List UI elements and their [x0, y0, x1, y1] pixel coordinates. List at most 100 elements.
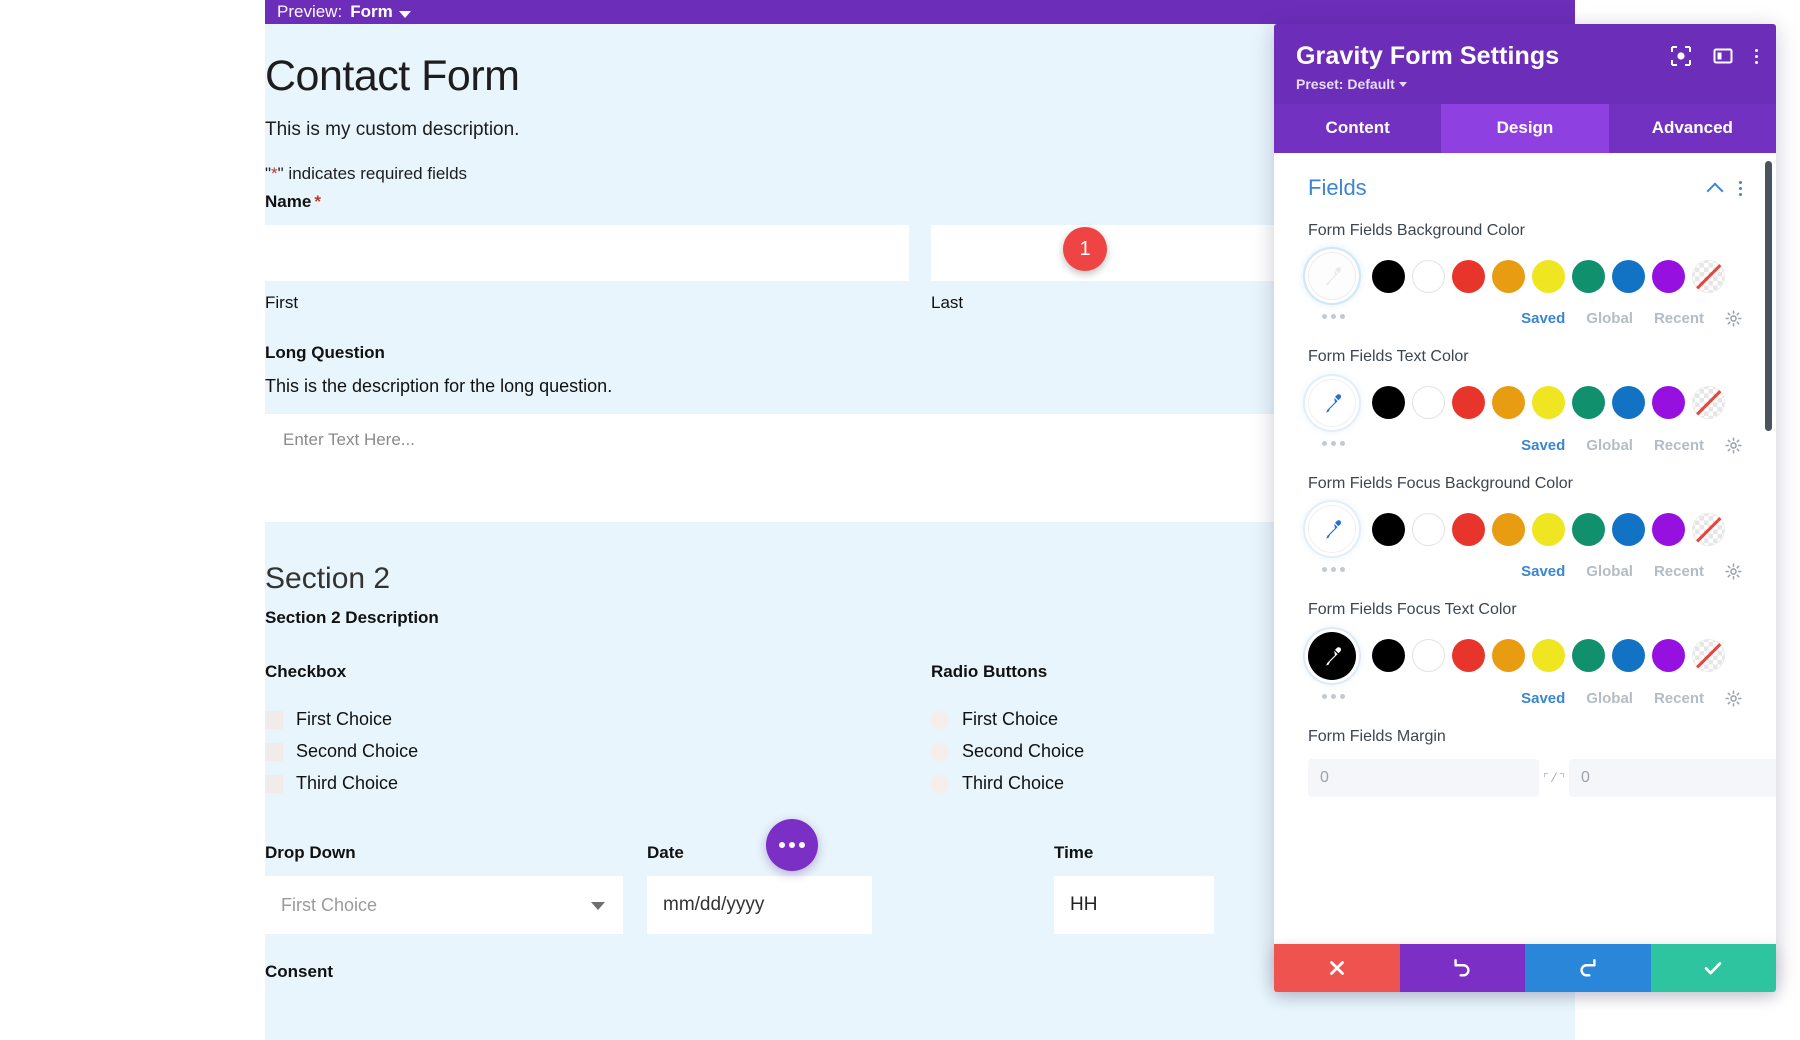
panel-scrollbar-track[interactable]	[1765, 153, 1772, 984]
kebab-menu-icon[interactable]	[1755, 48, 1758, 64]
swatch-orange[interactable]	[1492, 386, 1525, 420]
swatch-transparent[interactable]	[1692, 386, 1725, 420]
swatch-blue[interactable]	[1612, 512, 1645, 546]
tab-content[interactable]: Content	[1274, 104, 1441, 153]
focus-target-icon[interactable]	[1671, 46, 1691, 66]
radio-circle-icon[interactable]	[931, 774, 949, 793]
swatch-orange[interactable]	[1492, 259, 1525, 293]
meta-link-recent[interactable]: Recent	[1654, 563, 1704, 580]
swatch-transparent[interactable]	[1692, 512, 1725, 546]
swatch-blue[interactable]	[1612, 639, 1645, 673]
meta-link-recent[interactable]: Recent	[1654, 437, 1704, 454]
fields-group-header[interactable]: Fields	[1308, 175, 1742, 201]
name-first-input[interactable]	[265, 225, 909, 281]
margin-bottom-input[interactable]	[1569, 759, 1776, 798]
gear-icon[interactable]	[1725, 310, 1742, 328]
swatch-orange[interactable]	[1492, 639, 1525, 673]
redo-button[interactable]	[1525, 944, 1651, 992]
date-input[interactable]: mm/dd/yyyy	[647, 876, 872, 934]
checkbox-choice[interactable]: Second Choice	[265, 741, 909, 762]
eyedropper-selected-swatch[interactable]	[1308, 631, 1356, 680]
swatch-black[interactable]	[1372, 639, 1405, 673]
eyedropper-selected-swatch[interactable]	[1308, 505, 1356, 554]
checkbox-box-icon[interactable]	[265, 742, 283, 761]
gear-icon[interactable]	[1725, 690, 1742, 707]
meta-link-saved[interactable]: Saved	[1521, 563, 1565, 580]
swatch-green[interactable]	[1572, 639, 1605, 673]
swatch-yellow[interactable]	[1532, 386, 1565, 420]
meta-link-global[interactable]: Global	[1586, 310, 1633, 327]
control-label: Form Fields Focus Background Color	[1308, 474, 1573, 492]
kebab-menu-icon[interactable]	[1739, 180, 1742, 196]
meta-link-recent[interactable]: Recent	[1654, 690, 1704, 707]
meta-link-global[interactable]: Global	[1586, 437, 1633, 454]
swatch-black[interactable]	[1372, 386, 1405, 420]
swatch-red[interactable]	[1452, 512, 1485, 546]
cancel-button[interactable]	[1274, 944, 1400, 992]
gear-icon[interactable]	[1725, 437, 1742, 454]
swatch-purple[interactable]	[1652, 259, 1685, 293]
swatch-red[interactable]	[1452, 386, 1485, 420]
preview-toolbar[interactable]: Preview: Form	[265, 0, 1575, 24]
eyedropper-selected-swatch[interactable]	[1308, 378, 1356, 427]
swatch-red[interactable]	[1452, 639, 1485, 673]
undo-button[interactable]	[1399, 944, 1525, 992]
tab-advanced[interactable]: Advanced	[1609, 104, 1776, 153]
gear-icon[interactable]	[1725, 563, 1742, 580]
ellipsis-icon[interactable]	[1322, 567, 1345, 573]
swatch-black[interactable]	[1372, 512, 1405, 546]
chevron-down-icon[interactable]	[398, 11, 411, 18]
panel-scroll-content: Fields Form Fields Background Color Save…	[1274, 153, 1776, 888]
ellipsis-icon[interactable]	[1322, 314, 1345, 320]
swatch-green[interactable]	[1572, 512, 1605, 546]
chevron-down-icon[interactable]	[1398, 82, 1407, 87]
swatch-yellow[interactable]	[1532, 639, 1565, 673]
swatch-orange[interactable]	[1492, 512, 1525, 546]
ellipsis-icon[interactable]	[766, 819, 818, 871]
swatch-purple[interactable]	[1652, 512, 1685, 546]
meta-link-saved[interactable]: Saved	[1521, 310, 1565, 327]
swatch-purple[interactable]	[1652, 639, 1685, 673]
preset-selector[interactable]: Preset: Default	[1296, 76, 1754, 92]
checkbox-box-icon[interactable]	[265, 710, 283, 729]
meta-link-saved[interactable]: Saved	[1521, 690, 1565, 707]
swatch-transparent[interactable]	[1692, 639, 1725, 673]
swatch-black[interactable]	[1372, 259, 1405, 293]
time-input[interactable]: HH	[1054, 876, 1214, 934]
link-icon[interactable]: ⌜/⌝	[1539, 771, 1569, 786]
swatch-yellow[interactable]	[1532, 259, 1565, 293]
swatch-white[interactable]	[1412, 512, 1445, 546]
checkbox-choice[interactable]: First Choice	[265, 709, 909, 730]
preview-mode-value[interactable]: Form	[350, 2, 393, 22]
meta-link-global[interactable]: Global	[1586, 690, 1633, 707]
tab-design[interactable]: Design	[1441, 104, 1609, 153]
margin-top-input[interactable]	[1308, 759, 1539, 798]
swatch-yellow[interactable]	[1532, 512, 1565, 546]
meta-link-recent[interactable]: Recent	[1654, 310, 1704, 327]
swatch-green[interactable]	[1572, 386, 1605, 420]
dropdown-select[interactable]: First Choice	[265, 876, 623, 934]
swatch-white[interactable]	[1412, 639, 1445, 673]
eyedropper-selected-swatch[interactable]	[1308, 252, 1356, 301]
checkbox-box-icon[interactable]	[265, 774, 283, 793]
radio-circle-icon[interactable]	[931, 742, 949, 761]
swatch-red[interactable]	[1452, 259, 1485, 293]
swatch-purple[interactable]	[1652, 386, 1685, 420]
swatch-white[interactable]	[1412, 386, 1445, 420]
save-button[interactable]	[1650, 944, 1776, 992]
meta-link-saved[interactable]: Saved	[1521, 437, 1565, 454]
swatch-white[interactable]	[1412, 259, 1445, 293]
checkbox-choice[interactable]: Third Choice	[265, 773, 909, 794]
swatch-transparent[interactable]	[1692, 259, 1725, 293]
layout-panel-icon[interactable]	[1713, 46, 1733, 66]
radio-circle-icon[interactable]	[931, 710, 949, 729]
panel-scrollbar-thumb[interactable]	[1765, 161, 1772, 431]
meta-link-global[interactable]: Global	[1586, 563, 1633, 580]
ellipsis-icon[interactable]	[1322, 693, 1345, 699]
chevron-down-icon[interactable]	[591, 902, 605, 910]
ellipsis-icon[interactable]	[1322, 440, 1345, 446]
swatch-blue[interactable]	[1612, 259, 1645, 293]
chevron-up-icon[interactable]	[1707, 180, 1723, 196]
swatch-green[interactable]	[1572, 259, 1605, 293]
swatch-blue[interactable]	[1612, 386, 1645, 420]
